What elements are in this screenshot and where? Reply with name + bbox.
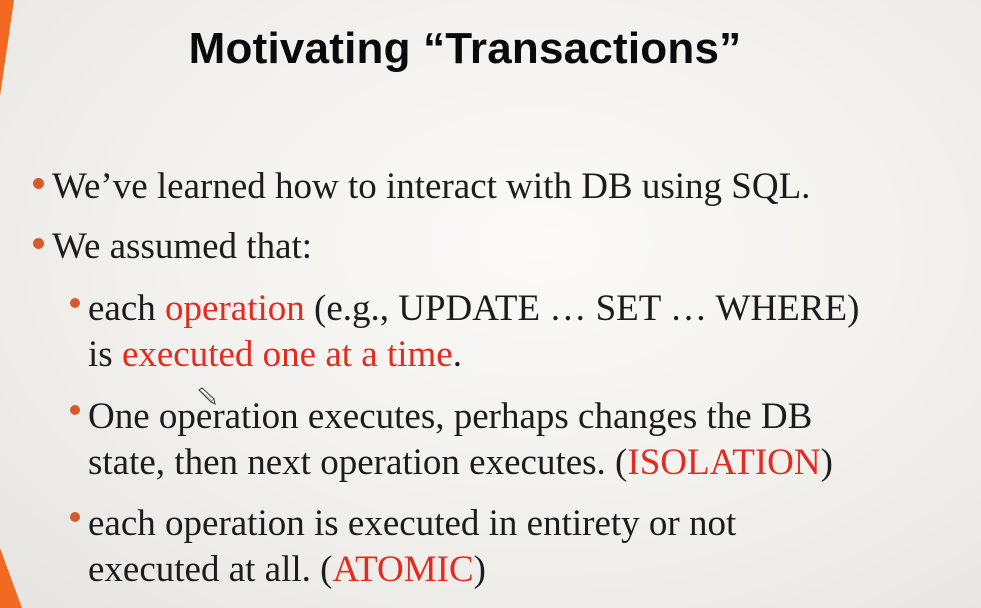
bullet-dot	[33, 178, 44, 189]
bullet-2: We assumed that:	[52, 226, 313, 267]
text-span: (e.g., UPDATE … SET … WHERE)	[304, 288, 860, 329]
text-span: each operation is executed in entirety o…	[88, 503, 737, 544]
sub-bullet-dot	[70, 405, 80, 415]
sub-bullet-3: each operation is executed in entirety o…	[88, 501, 958, 593]
highlight-atomic: ATOMIC	[332, 549, 474, 590]
text-span: .	[452, 334, 462, 375]
text-span: each	[88, 288, 166, 329]
highlight-operation: operation	[165, 288, 305, 329]
sub-bullet-1: each operation (e.g., UPDATE … SET … WHE…	[88, 286, 948, 378]
text-span: state, then next operation executes. (	[88, 442, 628, 483]
slide-title: Motivating “Transactions”	[188, 24, 742, 73]
highlight-isolation: ISOLATION	[627, 442, 821, 483]
accent-triangle-bottom	[0, 548, 22, 608]
pen-cursor-icon	[198, 387, 216, 405]
sub-bullet-2: One operation executes, perhaps changes …	[88, 394, 958, 486]
text-span: is	[88, 334, 122, 375]
highlight-executed-one-at-a-time: executed one at a time	[121, 334, 453, 375]
text-span: )	[820, 442, 833, 483]
sub-bullet-dot	[70, 298, 80, 308]
bullet-dot	[33, 238, 44, 249]
text-span: executed at all. (	[88, 549, 333, 590]
text-span: )	[473, 549, 486, 590]
bullet-1: We’ve learned how to interact with DB us…	[52, 166, 811, 207]
slide: Motivating “Transactions” We’ve learned …	[0, 0, 981, 608]
sub-bullet-dot	[70, 512, 80, 522]
